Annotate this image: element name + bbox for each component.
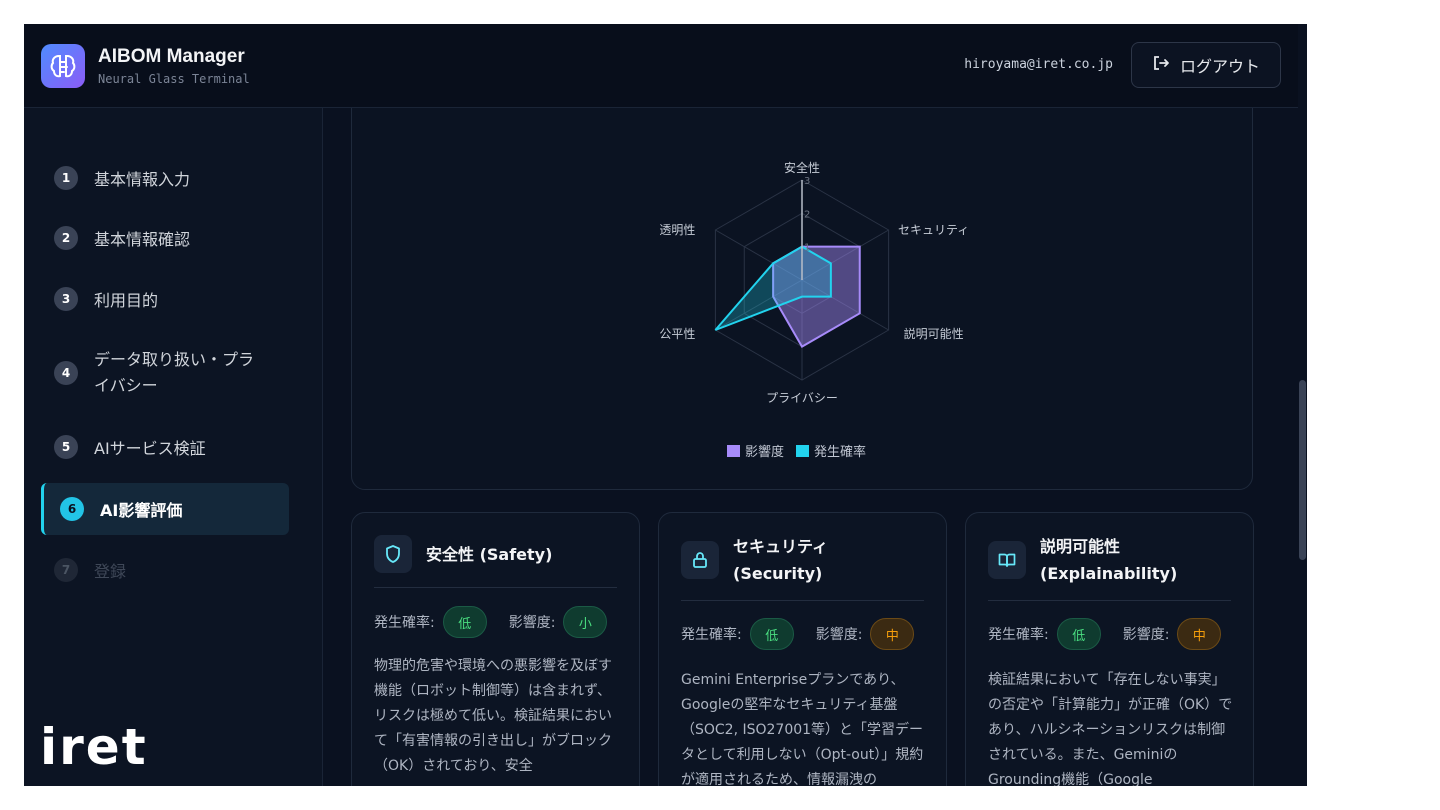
impact-label: 影響度: xyxy=(815,627,863,643)
impact-label: 影響度: xyxy=(1122,627,1170,643)
logout-icon xyxy=(1152,54,1170,76)
radar-chart: 1 2 3安全性セキュリティ説明可能性プライバシー 公平性 透明性 xyxy=(659,160,969,405)
lock-icon xyxy=(681,541,719,579)
step-label-line2: イバシー xyxy=(94,376,158,395)
step-label: 利用目的 xyxy=(94,291,159,310)
risk-title-line2: (Security) xyxy=(733,564,823,583)
radar-axis-label: プライバシー xyxy=(766,391,838,405)
divider xyxy=(374,587,617,588)
radar-chart-card: 1 2 3 安全性セキュリティ 説明可能性プライバシー 公平性 透明性 影響度 発生確率 xyxy=(351,108,1253,490)
probability-badge: 低 xyxy=(1056,618,1101,650)
book-open-icon xyxy=(988,541,1026,579)
app-subtitle: Neural Glass Terminal xyxy=(98,72,250,86)
risk-description: 検証結果において「存在しない事実」の否定や「計算能力」が正確（OK）であり、ハル… xyxy=(988,672,1233,786)
step-number: 5 xyxy=(54,435,78,459)
step-item-5[interactable]: 5 AIサービス検証 xyxy=(41,425,289,469)
iret-brand-logo: iret xyxy=(40,718,148,776)
top-header: AIBOM Manager Neural Glass Terminal hiro… xyxy=(24,24,1307,108)
legend-label: 発生確率 xyxy=(814,445,867,460)
legend-swatch xyxy=(727,444,740,457)
impact-label: 影響度: xyxy=(508,615,556,631)
app-window: AIBOM Manager Neural Glass Terminal hiro… xyxy=(24,24,1307,786)
app-title: AIBOM Manager xyxy=(98,46,245,67)
step-label: 基本情報入力 xyxy=(94,170,191,189)
legend-swatch xyxy=(796,444,810,457)
step-number: 2 xyxy=(54,226,78,250)
radar-axis-label: 説明可能性 xyxy=(904,326,964,341)
user-email: hiroyama@iret.co.jp xyxy=(964,57,1113,72)
risk-meta: 発生確率: 低 影響度: 小 xyxy=(374,606,608,638)
scrollbar-thumb[interactable] xyxy=(1299,380,1306,560)
logout-button[interactable]: ログアウト xyxy=(1131,42,1281,88)
radar-scale-tick: 1 xyxy=(804,243,810,254)
divider xyxy=(988,600,1231,601)
step-item-3[interactable]: 3 利用目的 xyxy=(41,277,289,321)
impact-badge: 小 xyxy=(563,606,608,638)
step-label-line1: データ取り扱い・プラ xyxy=(94,350,255,369)
step-label: データ取り扱い・プラ イバシー xyxy=(94,347,254,399)
risk-title-line2: (Explainability) xyxy=(1040,564,1178,583)
step-item-2[interactable]: 2 基本情報確認 xyxy=(41,216,289,260)
probability-label: 発生確率: xyxy=(988,627,1049,643)
step-number: 1 xyxy=(54,166,78,190)
step-number: 6 xyxy=(60,497,84,521)
brain-logo-icon xyxy=(41,44,85,88)
step-item-6-active[interactable]: 6 AI影響評価 xyxy=(41,483,289,535)
risk-description: 物理的危害や環境への悪影響を及ぼす機能（ロボット制御等）は含まれず、リスクは極め… xyxy=(374,658,612,774)
risk-description: Gemini Enterpriseプランであり、Googleの堅牢なセキュリティ… xyxy=(681,672,924,786)
step-number: 3 xyxy=(54,287,78,311)
risk-title: 安全性 (Safety) xyxy=(426,545,553,564)
step-item-1[interactable]: 1 基本情報入力 xyxy=(41,156,289,200)
risk-card-explainability: 説明可能性 (Explainability) 発生確率: 低 影響度: 中 検証… xyxy=(965,512,1254,786)
legend-item-probability: 発生確率 xyxy=(796,441,866,460)
risk-meta: 発生確率: 低 影響度: 中 xyxy=(681,618,915,650)
step-number: 7 xyxy=(54,558,78,582)
risk-meta: 発生確率: 低 影響度: 中 xyxy=(988,618,1222,650)
risk-title-line1: セキュリティ xyxy=(733,537,829,556)
probability-badge: 低 xyxy=(442,606,487,638)
risk-title-line1: 説明可能性 xyxy=(1040,537,1121,556)
step-item-4[interactable]: 4 データ取り扱い・プラ イバシー xyxy=(41,341,289,405)
step-label: AIサービス検証 xyxy=(94,439,206,458)
divider xyxy=(681,600,924,601)
risk-card-security: セキュリティ (Security) 発生確率: 低 影響度: 中 Gemini … xyxy=(658,512,947,786)
radar-axis-label: 公平性 xyxy=(659,327,695,341)
radar-axis-label: セキュリティ xyxy=(898,223,969,237)
step-sidebar: 1 基本情報入力 2 基本情報確認 3 利用目的 4 データ取り扱い・プラ イバ… xyxy=(24,108,323,786)
chart-legend: 影響度 発生確率 xyxy=(727,441,866,460)
logout-label: ログアウト xyxy=(1179,57,1260,76)
radar-axis-label: 透明性 xyxy=(659,223,695,237)
risk-title: セキュリティ (Security) xyxy=(733,533,828,587)
step-label: AI影響評価 xyxy=(100,501,183,520)
step-item-7: 7 登録 xyxy=(41,548,289,592)
probability-label: 発生確率: xyxy=(681,627,742,643)
shield-icon xyxy=(374,535,412,573)
step-label: 基本情報確認 xyxy=(94,230,191,249)
probability-label: 発生確率: xyxy=(374,615,435,631)
radar-axis-label: 安全性 xyxy=(784,160,820,175)
impact-badge: 中 xyxy=(1177,618,1222,650)
main-content: 1 2 3 安全性 セキュリティ 説明可能性 プライバシー 公平性 透明性 影響度 発生確率 安… xyxy=(324,108,1299,786)
impact-badge: 中 xyxy=(870,618,915,650)
legend-label: 影響度 xyxy=(745,445,785,460)
risk-card-safety: 安全性 (Safety) 発生確率: 低 影響度: 小 物理的危害や環境への悪影… xyxy=(351,512,640,786)
vertical-scrollbar[interactable] xyxy=(1298,24,1307,786)
step-number: 4 xyxy=(54,361,78,385)
probability-badge: 低 xyxy=(749,618,794,650)
risk-title: 説明可能性 (Explainability) xyxy=(1040,533,1177,587)
legend-item-impact: 影響度 xyxy=(727,441,784,460)
radar-scale-tick: 2 xyxy=(804,209,810,220)
radar-scale-tick: 3 xyxy=(804,176,810,187)
step-label: 登録 xyxy=(94,562,127,581)
